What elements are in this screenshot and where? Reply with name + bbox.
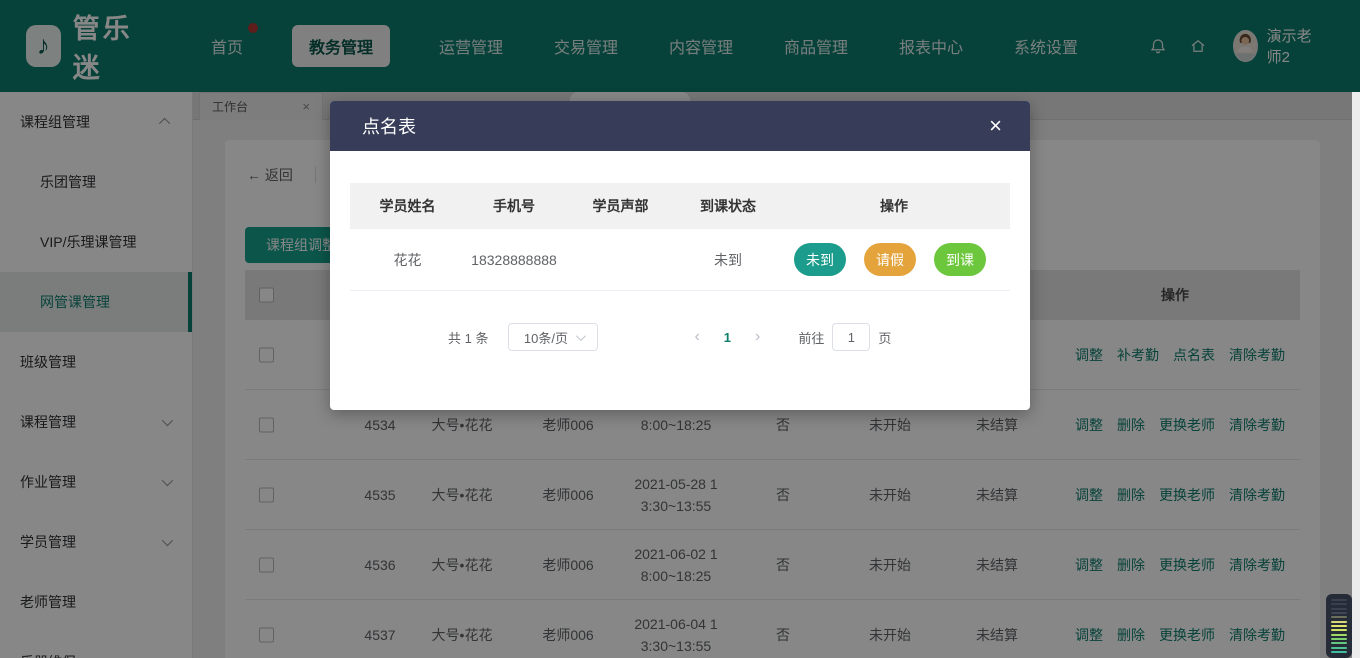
- student-name: 花花: [350, 250, 465, 270]
- leave-button[interactable]: 请假: [864, 243, 916, 276]
- next-page-icon[interactable]: ›: [755, 328, 760, 346]
- chevron-down-icon: [576, 331, 586, 341]
- mini-equalizer-widget[interactable]: [1326, 594, 1352, 658]
- roll-call-table-header: 学员姓名 手机号 学员声部 到课状态 操作: [350, 183, 1010, 229]
- col-operation: 操作: [778, 196, 1010, 216]
- student-row: 花花 18328888888 未到 未到 请假 到课: [350, 229, 1010, 291]
- attend-button[interactable]: 到课: [934, 243, 986, 276]
- modal-title: 点名表: [362, 113, 416, 139]
- current-page[interactable]: 1: [724, 330, 731, 345]
- modal-header: 点名表 ×: [330, 101, 1030, 151]
- absent-button[interactable]: 未到: [794, 243, 846, 276]
- col-voice-part: 学员声部: [563, 196, 678, 216]
- col-attend-status: 到课状态: [678, 196, 778, 216]
- student-phone: 18328888888: [465, 252, 563, 268]
- pagination: 共 1 条 10条/页 ‹ 1 › 前往 页: [350, 323, 1010, 351]
- vertical-scrollbar[interactable]: [1352, 92, 1360, 658]
- student-attend-status: 未到: [678, 250, 778, 270]
- goto-label: 前往: [798, 328, 824, 347]
- prev-page-icon[interactable]: ‹: [694, 328, 699, 346]
- col-phone: 手机号: [465, 196, 563, 216]
- page-size-select[interactable]: 10条/页: [508, 323, 598, 351]
- total-count: 共 1 条: [448, 328, 488, 347]
- roll-call-table: 学员姓名 手机号 学员声部 到课状态 操作 花花 18328888888 未到 …: [350, 183, 1010, 291]
- page-unit-label: 页: [878, 328, 891, 347]
- col-student-name: 学员姓名: [350, 196, 465, 216]
- close-icon[interactable]: ×: [989, 115, 1002, 137]
- roll-call-modal: 点名表 × 学员姓名 手机号 学员声部 到课状态 操作 花花 183288888…: [330, 101, 1030, 410]
- goto-page-input[interactable]: [832, 323, 870, 351]
